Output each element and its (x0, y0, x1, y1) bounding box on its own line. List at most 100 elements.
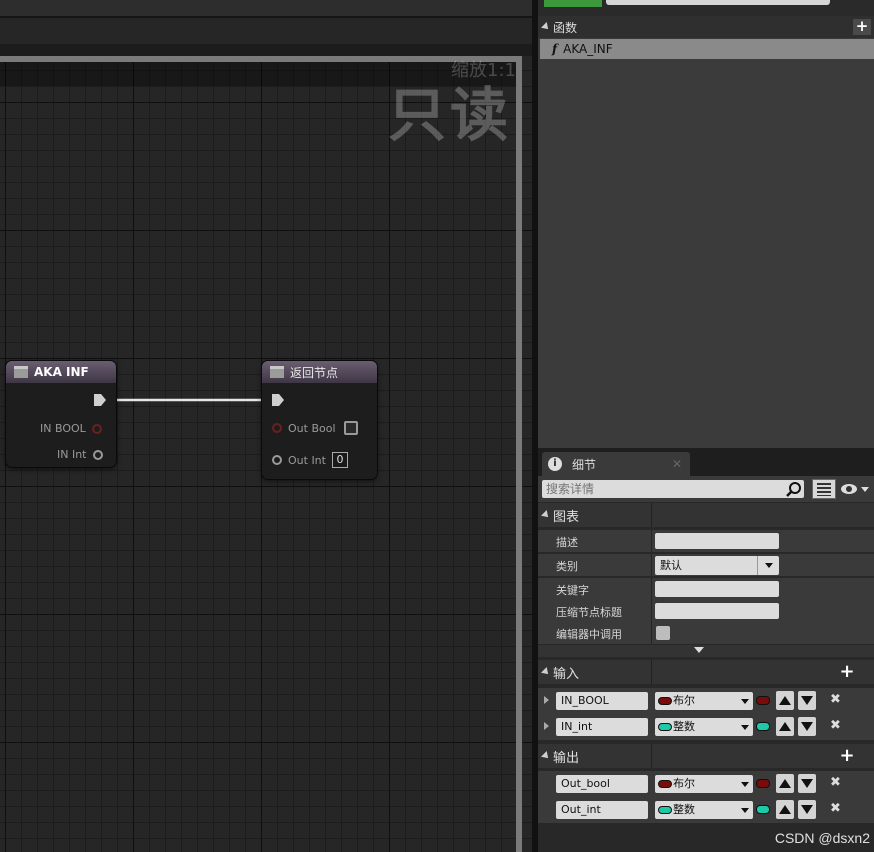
description-input[interactable] (655, 533, 779, 549)
column-divider (651, 660, 652, 684)
container-type-icon[interactable] (756, 722, 770, 731)
collapse-arrow-icon (541, 510, 551, 520)
function-list-item[interactable]: f AKA_INF (540, 39, 874, 59)
chevron-down-icon (741, 725, 749, 730)
add-input-button[interactable]: + (838, 663, 856, 681)
param-type-select[interactable]: 整数 (655, 801, 753, 819)
remove-param-button[interactable]: ✖ (830, 775, 841, 790)
param-type-select[interactable]: 整数 (655, 718, 753, 736)
call-in-editor-checkbox[interactable] (656, 626, 670, 640)
move-down-button[interactable] (798, 717, 816, 736)
add-new-button[interactable] (544, 0, 602, 7)
param-type-label: 布尔 (673, 777, 695, 790)
move-down-button[interactable] (798, 800, 816, 819)
pin-in-bool[interactable]: IN BOOL (40, 422, 102, 435)
pin-in-int[interactable]: IN Int (57, 448, 103, 461)
graph-section-header[interactable]: 图表 (538, 503, 874, 527)
pin-label: Out Int (288, 453, 326, 467)
info-icon: i (548, 457, 562, 471)
return-node[interactable]: 返回节点 Out Bool Out Int 0 (262, 361, 377, 479)
outputs-section-header[interactable]: 输出 + (538, 744, 874, 768)
tab-details[interactable]: i 细节 ✕ (542, 452, 690, 476)
add-output-button[interactable]: + (838, 747, 856, 765)
arrow-down-icon (801, 722, 813, 731)
search-icon[interactable] (786, 482, 802, 498)
prop-label: 压缩节点标题 (556, 606, 622, 619)
blueprint-graph-canvas[interactable]: 缩放1:1 只读 AKA INF IN BOOL IN Int 返回节点 Out… (0, 56, 532, 852)
collapse-arrow-icon (541, 22, 551, 32)
param-name-input[interactable]: IN_int (556, 718, 648, 736)
exec-out-pin[interactable] (94, 394, 106, 406)
prop-row-compact-title: 压缩节点标题 (538, 600, 874, 622)
pin-out-bool[interactable]: Out Bool (272, 421, 358, 435)
arrow-down-icon (801, 779, 813, 788)
prop-label: 类别 (556, 560, 578, 573)
param-name-input[interactable]: Out_int (556, 801, 648, 819)
exec-in-pin[interactable] (272, 394, 284, 406)
arrow-down-icon (801, 805, 813, 814)
remove-param-button[interactable]: ✖ (830, 692, 841, 707)
arrow-down-icon (801, 696, 813, 705)
type-pill-icon (658, 780, 672, 788)
eye-icon[interactable] (840, 482, 870, 496)
blueprint-search-input[interactable] (606, 0, 830, 5)
move-up-button[interactable] (776, 800, 794, 819)
dropdown-button[interactable] (757, 556, 779, 575)
param-type-select[interactable]: 布尔 (655, 692, 753, 710)
pin-out-int[interactable]: Out Int 0 (272, 452, 348, 468)
int-default-field[interactable]: 0 (331, 452, 348, 468)
expand-arrow-icon[interactable] (544, 722, 549, 730)
arrow-up-icon (779, 805, 791, 814)
move-up-button[interactable] (776, 717, 794, 736)
function-icon: f (552, 42, 558, 56)
move-down-button[interactable] (798, 774, 816, 793)
chevron-down-icon (741, 808, 749, 813)
arrow-up-icon (779, 696, 791, 705)
param-name-input[interactable]: Out_bool (556, 775, 648, 793)
category-select[interactable]: 默认 (655, 556, 779, 575)
function-entry-node[interactable]: AKA INF IN BOOL IN Int (6, 361, 116, 467)
param-type-select[interactable]: 布尔 (655, 775, 753, 793)
functions-panel: 函数 + f AKA_INF (538, 16, 874, 448)
column-divider (651, 503, 652, 527)
details-search-input[interactable] (542, 480, 804, 498)
container-type-icon[interactable] (756, 805, 770, 814)
expand-arrow-icon (694, 647, 704, 653)
inputs-section-header[interactable]: 输入 + (538, 660, 874, 684)
node-title: 返回节点 (290, 365, 339, 380)
remove-param-button[interactable]: ✖ (830, 801, 841, 816)
container-type-icon[interactable] (756, 779, 770, 788)
chevron-down-icon (741, 699, 749, 704)
move-down-button[interactable] (798, 691, 816, 710)
category-value: 默认 (660, 559, 682, 572)
chevron-down-icon (765, 563, 773, 568)
collapse-arrow-icon (541, 667, 551, 677)
node-title: AKA INF (34, 365, 89, 379)
column-divider (651, 530, 652, 552)
graph-toolbar (0, 0, 532, 16)
advanced-expand-row[interactable] (538, 645, 874, 657)
close-tab-icon[interactable]: ✕ (672, 457, 682, 471)
compact-title-input[interactable] (655, 603, 779, 619)
param-name-input[interactable]: IN_BOOL (556, 692, 648, 710)
expand-arrow-icon[interactable] (544, 696, 549, 704)
view-options-button[interactable] (812, 479, 836, 499)
pin-label: IN Int (57, 448, 87, 461)
bool-default-checkbox[interactable] (343, 421, 358, 435)
move-up-button[interactable] (776, 691, 794, 710)
section-title: 输入 (553, 666, 580, 682)
column-divider (651, 554, 652, 576)
container-type-icon[interactable] (756, 696, 770, 705)
keywords-input[interactable] (655, 581, 779, 597)
pin-label: IN BOOL (40, 422, 86, 435)
move-up-button[interactable] (776, 774, 794, 793)
details-tabbar: i 细节 ✕ (538, 448, 874, 476)
tab-label: 细节 (572, 457, 597, 472)
pin-label: Out Bool (288, 421, 336, 435)
functions-section-header[interactable]: 函数 + (538, 16, 874, 38)
section-title: 输出 (553, 750, 580, 766)
bool-pin-icon (272, 423, 282, 433)
add-function-button[interactable]: + (853, 19, 871, 35)
input-param-row: IN_int 整数 ✖ (538, 714, 874, 740)
remove-param-button[interactable]: ✖ (830, 718, 841, 733)
